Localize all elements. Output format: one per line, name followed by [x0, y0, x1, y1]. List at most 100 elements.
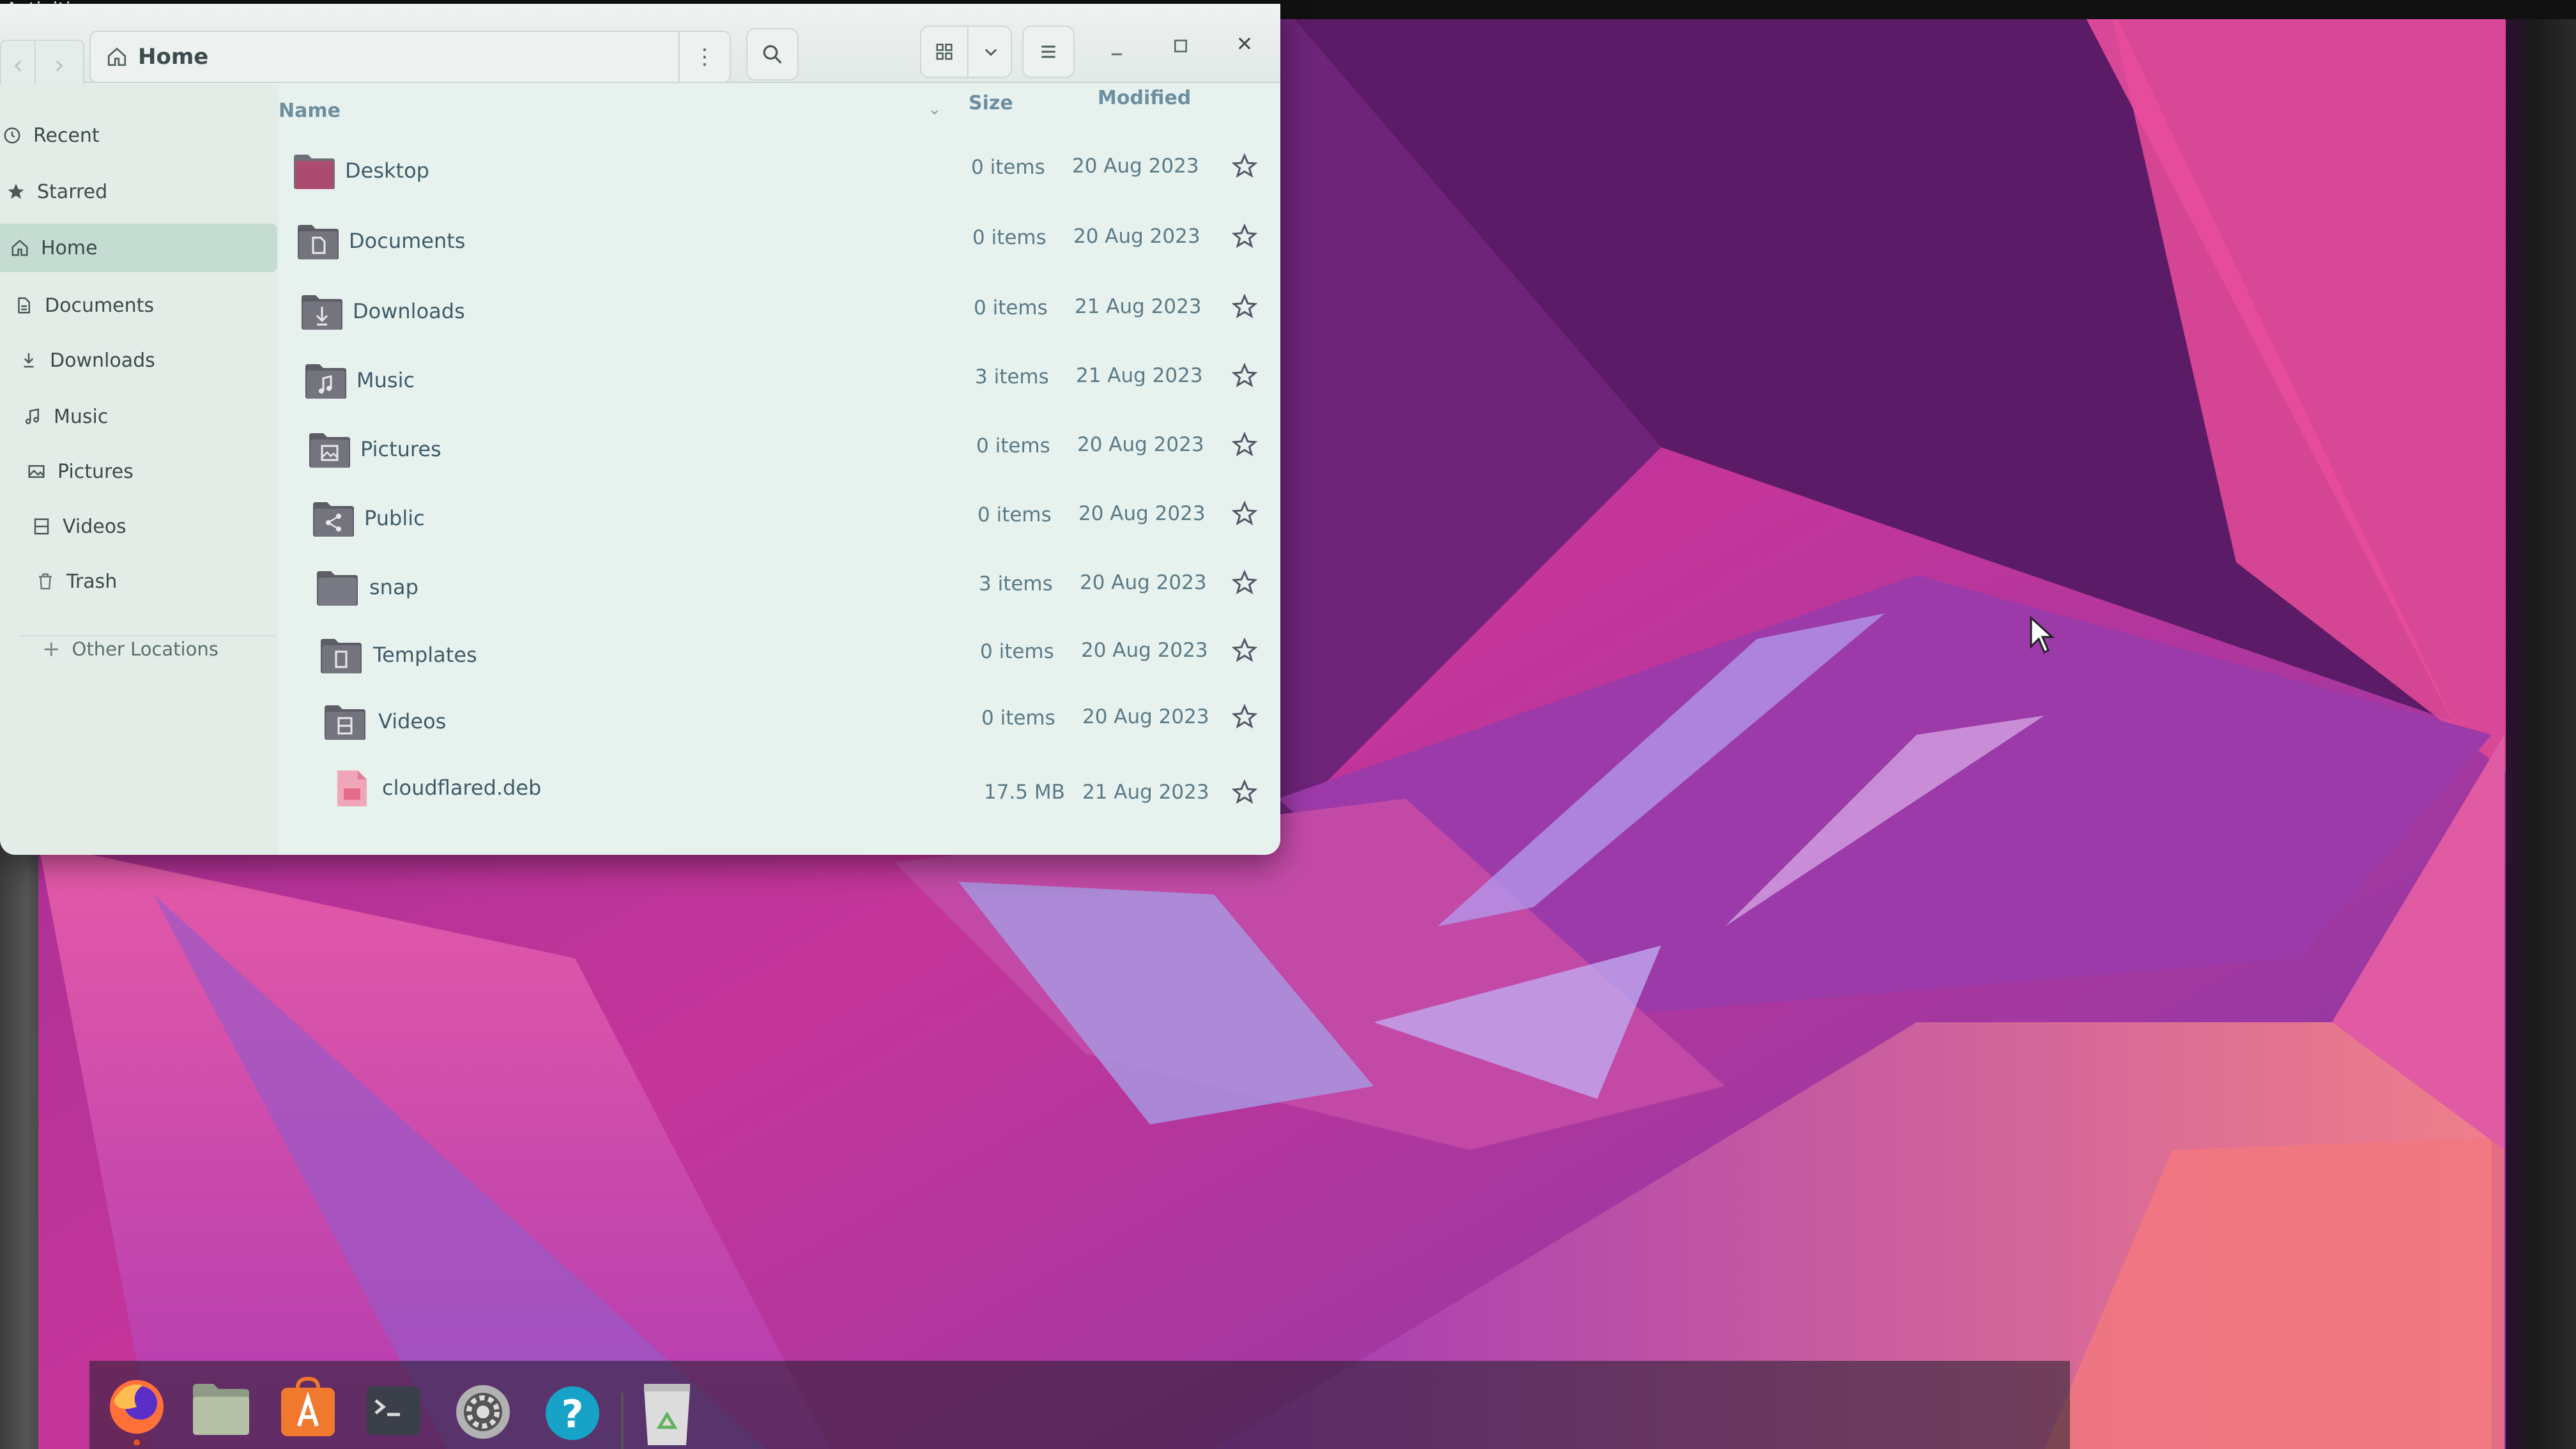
star-outline-icon[interactable]: [1232, 432, 1257, 457]
file-size: 0 items: [972, 226, 1046, 249]
sidebar-item-other-locations[interactable]: + Other Locations: [0, 625, 275, 673]
back-button[interactable]: ‹: [0, 40, 36, 91]
star-outline-icon[interactable]: [1232, 570, 1257, 595]
sidebar-item-downloads[interactable]: Downloads: [0, 336, 275, 385]
maximize-icon: [1174, 40, 1187, 52]
file-modified: 20 Aug 2023: [1073, 225, 1200, 248]
main-menu-button[interactable]: [1022, 26, 1075, 78]
sort-chevron-down-icon[interactable]: ⌄: [928, 100, 942, 119]
document-icon: [18, 297, 30, 314]
star-outline-icon[interactable]: [1232, 153, 1257, 179]
film-icon: [34, 518, 49, 535]
file-modified: 20 Aug 2023: [1081, 639, 1208, 662]
file-manager-window: ‹ › Home ⋮ Recent Starred Home Documents…: [0, 4, 1280, 855]
file-modified: 20 Aug 2023: [1078, 502, 1206, 525]
terminal-icon[interactable]: [362, 1375, 425, 1445]
home-icon: [107, 47, 126, 66]
clock-icon: [4, 127, 20, 144]
file-row-downloads[interactable]: Downloads 0 items 21 Aug 2023: [281, 281, 1278, 342]
star-outline-icon[interactable]: [1232, 224, 1257, 249]
file-modified: 21 Aug 2023: [1075, 295, 1202, 318]
sidebar-item-music[interactable]: Music: [0, 392, 275, 441]
file-modified: 20 Aug 2023: [1080, 571, 1207, 594]
chevron-down-icon: [985, 49, 997, 56]
settings-icon[interactable]: [451, 1375, 515, 1445]
sidebar-item-pictures[interactable]: Pictures: [0, 447, 275, 496]
sidebar-item-label: Trash: [66, 570, 118, 593]
file-modified: 21 Aug 2023: [1076, 364, 1203, 387]
trash-recycle-icon[interactable]: [635, 1375, 699, 1445]
file-name: snap: [369, 575, 418, 599]
file-name: Templates: [373, 643, 477, 667]
file-name: Pictures: [360, 437, 441, 461]
sidebar-item-documents[interactable]: Documents: [0, 281, 275, 330]
sidebar-item-label: Documents: [45, 294, 155, 317]
forward-button[interactable]: ›: [36, 40, 84, 91]
documents-folder-icon: [298, 225, 339, 259]
star-outline-icon[interactable]: [1232, 779, 1257, 805]
close-icon: [1238, 37, 1251, 50]
minimize-button[interactable]: [1094, 27, 1140, 73]
star-outline-icon[interactable]: [1232, 363, 1257, 388]
view-toggle-group: [920, 26, 1012, 78]
file-size: 0 items: [974, 296, 1048, 319]
help-icon[interactable]: ?: [540, 1375, 604, 1445]
plus-icon: +: [42, 636, 61, 662]
path-home-button[interactable]: Home: [91, 32, 678, 82]
chevron-left-icon: ‹: [13, 50, 23, 80]
star-icon: [8, 183, 24, 199]
file-row-videos[interactable]: Videos 0 items 20 Aug 2023: [281, 691, 1278, 753]
view-options-dropdown[interactable]: [967, 27, 1013, 77]
download-icon: [24, 353, 34, 368]
trash-icon: [39, 573, 52, 590]
file-modified: 21 Aug 2023: [1082, 781, 1209, 804]
sidebar-item-home[interactable]: Home: [0, 224, 277, 272]
sidebar-item-label: Videos: [63, 515, 126, 538]
path-bar: Home ⋮: [89, 31, 731, 83]
file-row-cloudflared-deb[interactable]: cloudflared.deb 17.5 MB 21 Aug 2023: [281, 758, 1278, 819]
sidebar-item-videos[interactable]: Videos: [0, 502, 275, 551]
file-name: Videos: [378, 709, 447, 733]
sidebar-item-trash[interactable]: Trash: [0, 557, 275, 606]
column-header-modified[interactable]: Modified: [1098, 87, 1191, 109]
column-header-size[interactable]: Size: [969, 92, 1013, 114]
star-outline-icon[interactable]: [1232, 501, 1257, 526]
public-folder-icon: [313, 502, 354, 537]
file-size: 3 items: [979, 572, 1053, 595]
star-outline-icon[interactable]: [1232, 294, 1257, 319]
sidebar-item-label: Pictures: [57, 460, 134, 483]
file-name: cloudflared.deb: [382, 776, 542, 800]
files-icon[interactable]: [189, 1375, 253, 1445]
file-row-public[interactable]: Public 0 items 20 Aug 2023: [281, 488, 1278, 549]
sidebar-item-recent[interactable]: Recent: [0, 111, 275, 160]
sidebar-item-label: Music: [54, 405, 109, 428]
file-row-desktop[interactable]: Desktop 0 items 20 Aug 2023: [281, 141, 1278, 202]
file-size: 0 items: [976, 434, 1050, 457]
path-menu-button[interactable]: ⋮: [678, 32, 730, 82]
grid-icon: [936, 43, 953, 60]
file-size: 0 items: [977, 503, 1052, 526]
file-row-documents[interactable]: Documents 0 items 20 Aug 2023: [281, 211, 1278, 272]
star-outline-icon[interactable]: [1232, 638, 1257, 663]
file-name: Music: [356, 368, 415, 392]
star-outline-icon[interactable]: [1232, 704, 1257, 730]
sidebar-item-starred[interactable]: Starred: [0, 167, 275, 216]
file-row-snap[interactable]: snap 3 items 20 Aug 2023: [281, 557, 1278, 618]
sidebar-item-label: Home: [41, 236, 98, 259]
folder-icon: [317, 571, 358, 606]
maximize-button[interactable]: [1158, 23, 1204, 69]
minimize-icon: [1111, 53, 1123, 56]
firefox-icon[interactable]: [105, 1375, 169, 1445]
column-header-name[interactable]: Name: [279, 100, 341, 122]
sidebar-item-label: Downloads: [50, 349, 155, 372]
app-center-icon[interactable]: [276, 1375, 340, 1445]
grid-view-button[interactable]: [921, 27, 967, 77]
search-button[interactable]: [746, 28, 799, 80]
close-button[interactable]: [1222, 20, 1268, 66]
file-row-music[interactable]: Music 3 items 21 Aug 2023: [281, 350, 1278, 411]
file-row-templates[interactable]: Templates 0 items 20 Aug 2023: [281, 625, 1278, 686]
deb-package-icon: [337, 770, 367, 806]
file-row-pictures[interactable]: Pictures 0 items 20 Aug 2023: [281, 419, 1278, 480]
sidebar-item-label: Recent: [33, 124, 100, 147]
sidebar-item-label: Other Locations: [72, 638, 218, 660]
